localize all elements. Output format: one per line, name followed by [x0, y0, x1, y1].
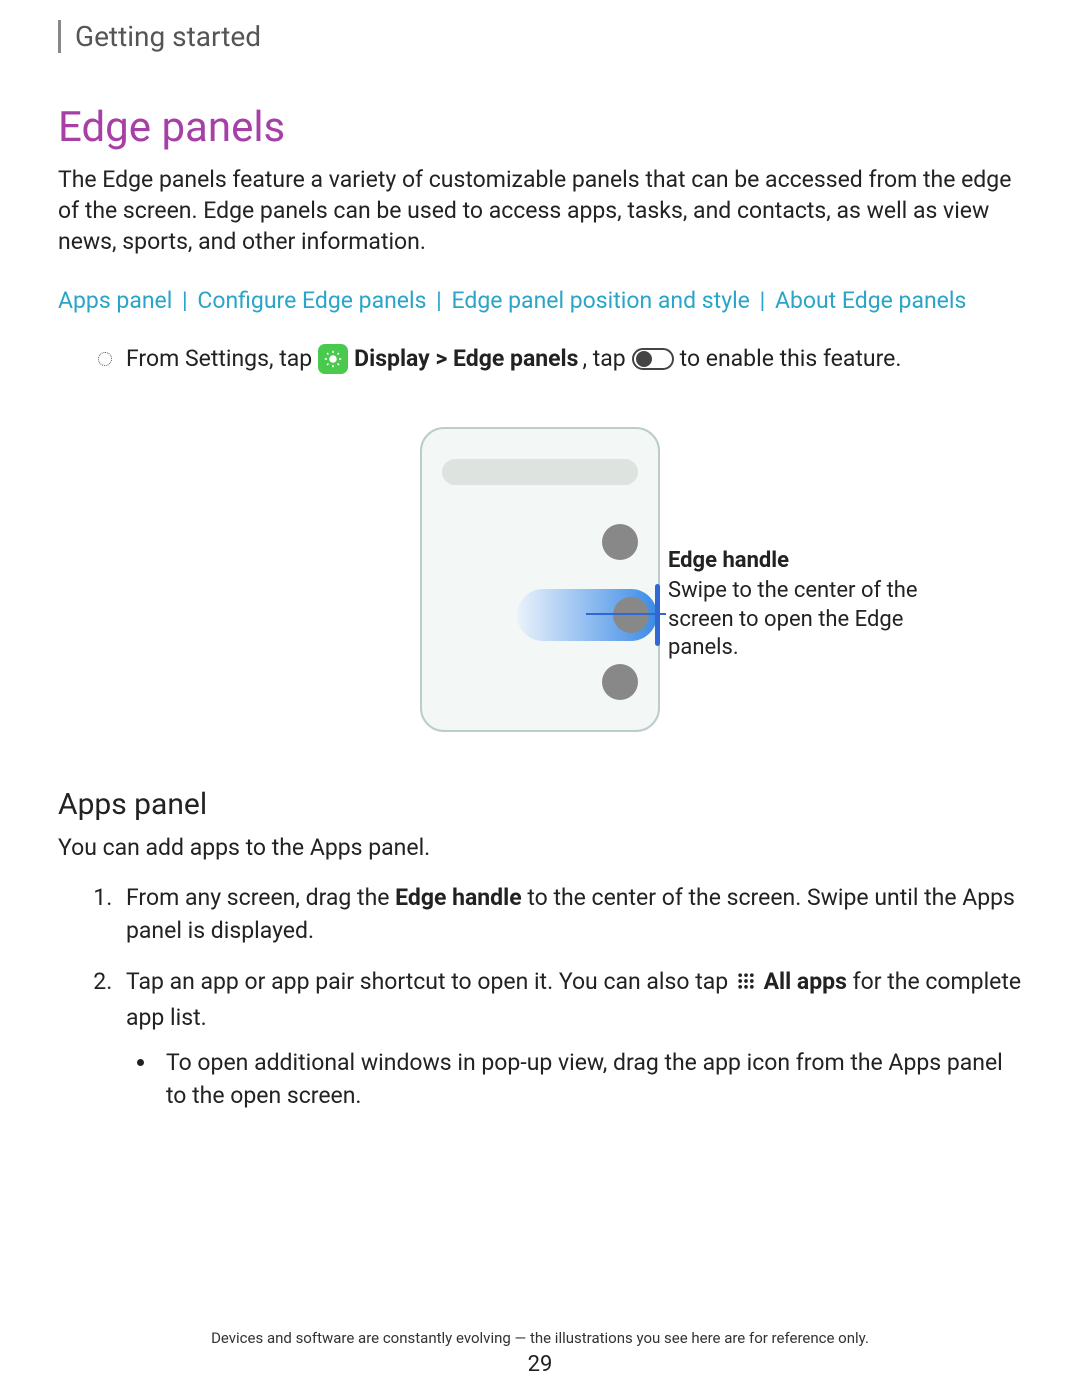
apps-panel-intro: You can add apps to the Apps panel. [58, 832, 1022, 863]
bullet-icon [98, 352, 112, 366]
edge-handle-indicator [655, 584, 660, 646]
sub-item: To open additional windows in pop-up vie… [158, 1046, 1022, 1113]
step-1: From any screen, drag the Edge handle to… [118, 881, 1022, 948]
callout-desc: Swipe to the center of the screen to ope… [668, 577, 948, 663]
page-number: 29 [0, 1352, 1080, 1377]
link-separator: | [760, 287, 766, 314]
link-separator: | [436, 287, 442, 314]
link-separator: | [182, 287, 188, 314]
device-frame [420, 427, 660, 732]
section-links: Apps panel | Configure Edge panels | Edg… [58, 287, 1022, 314]
apps-panel-steps: From any screen, drag the Edge handle to… [118, 881, 1022, 1113]
link-position-style[interactable]: Edge panel position and style [452, 287, 750, 314]
app-dot [602, 524, 638, 560]
step-text: , tap [582, 342, 625, 377]
step-text: Tap an app or app pair shortcut to open … [126, 968, 728, 995]
apps-panel-heading: Apps panel [58, 787, 1022, 822]
all-apps-icon [736, 967, 756, 1000]
step-path: Display > Edge panels [354, 342, 578, 377]
step-bold: Edge handle [395, 884, 522, 911]
toggle-icon [632, 348, 674, 370]
page-title: Edge panels [58, 103, 1022, 152]
callout: Edge handle Swipe to the center of the s… [668, 547, 948, 663]
app-dot [602, 664, 638, 700]
enable-step: From Settings, tap Display > Edge panels… [98, 342, 1022, 377]
intro-paragraph: The Edge panels feature a variety of cus… [58, 164, 1022, 257]
breadcrumb: Getting started [58, 20, 1022, 53]
step-text: From Settings, tap [126, 342, 312, 377]
step-2: Tap an app or app pair shortcut to open … [118, 965, 1022, 1112]
link-apps-panel[interactable]: Apps panel [58, 287, 172, 314]
callout-line [586, 613, 666, 615]
device-topbar [442, 459, 638, 485]
footer-note: Devices and software are constantly evol… [0, 1329, 1080, 1347]
app-dot [613, 597, 649, 633]
step-text: From any screen, drag the [126, 884, 395, 911]
link-about-edge[interactable]: About Edge panels [775, 287, 966, 314]
sub-list: To open additional windows in pop-up vie… [158, 1046, 1022, 1113]
display-settings-icon [318, 344, 348, 374]
step-text: to enable this feature. [680, 342, 902, 377]
edge-handle-pill [517, 589, 657, 641]
illustration: Edge handle Swipe to the center of the s… [58, 427, 1022, 732]
link-configure-edge[interactable]: Configure Edge panels [197, 287, 426, 314]
callout-title: Edge handle [668, 547, 948, 576]
step-bold: All apps [764, 968, 847, 995]
